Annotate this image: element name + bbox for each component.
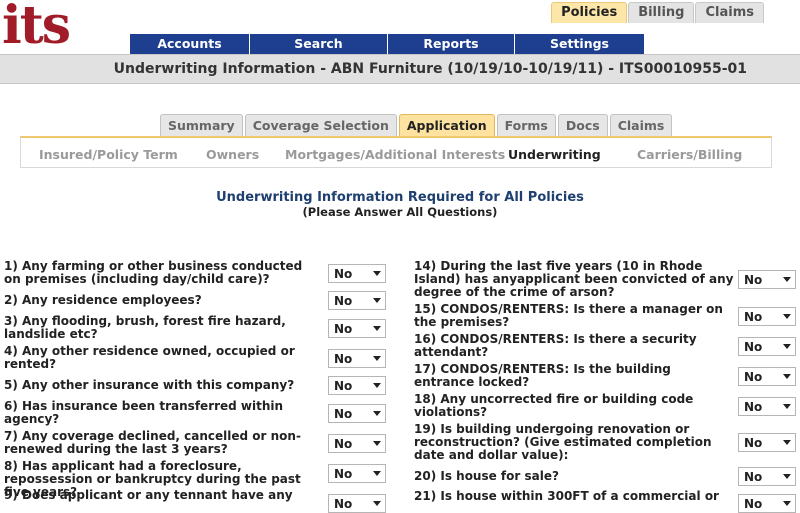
question-18: 18) Any uncorrected fire or building cod… xyxy=(414,392,694,419)
nav-settings[interactable]: Settings xyxy=(515,34,644,54)
chevron-down-icon xyxy=(373,501,381,506)
chevron-down-icon xyxy=(783,314,791,319)
tab-billing[interactable]: Billing xyxy=(628,2,695,23)
answer-15-select[interactable]: No xyxy=(738,307,796,326)
answer-1-select[interactable]: No xyxy=(328,264,386,283)
question-6: 6) Has insurance been transferred within… xyxy=(4,399,284,426)
link-underwriting[interactable]: Underwriting xyxy=(508,147,601,162)
chevron-down-icon xyxy=(783,440,791,445)
its-logo: its xyxy=(2,0,71,56)
nav-accounts[interactable]: Accounts xyxy=(130,34,250,54)
tab-claims[interactable]: Claims xyxy=(695,2,764,23)
answer-value: No xyxy=(334,322,353,336)
answer-value: No xyxy=(334,267,353,281)
nav-search[interactable]: Search xyxy=(250,34,388,54)
nav-reports[interactable]: Reports xyxy=(388,34,515,54)
answer-value: No xyxy=(744,340,763,354)
chevron-down-icon xyxy=(783,404,791,409)
question-17: 17) CONDOS/RENTERS: Is the building entr… xyxy=(414,362,671,389)
answer-5-select[interactable]: No xyxy=(328,376,386,395)
chevron-down-icon xyxy=(783,374,791,379)
chevron-down-icon xyxy=(783,277,791,282)
answer-7-select[interactable]: No xyxy=(328,434,386,453)
answer-2-select[interactable]: No xyxy=(328,291,386,310)
question-9: 9) Does applicant or any tennant have an… xyxy=(4,488,293,502)
answer-3-select[interactable]: No xyxy=(328,319,386,338)
question-7: 7) Any coverage declined, cancelled or n… xyxy=(4,429,301,456)
tab-claims-sub[interactable]: Claims xyxy=(609,114,673,137)
application-tabs: Summary Coverage Selection Application F… xyxy=(160,114,674,137)
question-2: 2) Any residence employees? xyxy=(4,293,202,307)
answer-18-select[interactable]: No xyxy=(738,397,796,416)
question-20: 20) Is house for sale? xyxy=(414,469,559,483)
chevron-down-icon xyxy=(373,441,381,446)
answer-21-select[interactable]: No xyxy=(738,494,796,513)
answer-4-select[interactable]: No xyxy=(328,349,386,368)
answer-9-select[interactable]: No xyxy=(328,494,386,513)
answer-value: No xyxy=(744,436,763,450)
question-19: 19) Is building undergoing renovation or… xyxy=(414,422,712,462)
chevron-down-icon xyxy=(783,344,791,349)
link-carriers-billing[interactable]: Carriers/Billing xyxy=(637,147,742,162)
link-owners[interactable]: Owners xyxy=(206,147,259,162)
page-title: Underwriting Information - ABN Furniture… xyxy=(113,61,747,77)
top-tabs: Policies Billing Claims xyxy=(550,2,764,23)
question-4: 4) Any other residence owned, occupied o… xyxy=(4,344,295,371)
form-heading: Underwriting Information Required for Al… xyxy=(216,190,584,205)
answer-16-select[interactable]: No xyxy=(738,337,796,356)
answer-14-select[interactable]: No xyxy=(738,270,796,289)
chevron-down-icon xyxy=(373,298,381,303)
answer-value: No xyxy=(744,273,763,287)
chevron-down-icon xyxy=(783,501,791,506)
answer-value: No xyxy=(334,294,353,308)
tab-docs[interactable]: Docs xyxy=(557,114,608,137)
answer-19-select[interactable]: No xyxy=(738,433,796,452)
question-16: 16) CONDOS/RENTERS: Is there a security … xyxy=(414,332,697,359)
answer-value: No xyxy=(744,470,763,484)
link-mortgages[interactable]: Mortgages/Additional Interests xyxy=(285,147,505,162)
section-links-panel: Insured/Policy Term Owners Mortgages/Add… xyxy=(20,136,772,168)
answer-value: No xyxy=(744,310,763,324)
tab-policies[interactable]: Policies xyxy=(551,2,628,23)
chevron-down-icon xyxy=(373,383,381,388)
answer-17-select[interactable]: No xyxy=(738,367,796,386)
answer-value: No xyxy=(744,370,763,384)
chevron-down-icon xyxy=(373,271,381,276)
answer-8-select[interactable]: No xyxy=(328,464,386,483)
tab-application[interactable]: Application xyxy=(398,114,495,137)
chevron-down-icon xyxy=(373,326,381,331)
form-subheading: (Please Answer All Questions) xyxy=(302,205,498,219)
answer-value: No xyxy=(744,497,763,511)
question-1: 1) Any farming or other business conduct… xyxy=(4,259,303,286)
tab-summary[interactable]: Summary xyxy=(160,114,243,137)
answer-value: No xyxy=(334,497,353,511)
chevron-down-icon xyxy=(373,411,381,416)
question-5: 5) Any other insurance with this company… xyxy=(4,378,295,392)
chevron-down-icon xyxy=(373,356,381,361)
chevron-down-icon xyxy=(783,474,791,479)
answer-value: No xyxy=(334,437,353,451)
question-21: 21) Is house within 300FT of a commercia… xyxy=(414,489,719,503)
answer-6-select[interactable]: No xyxy=(328,404,386,423)
answer-value: No xyxy=(334,407,353,421)
answer-value: No xyxy=(334,352,353,366)
tab-forms[interactable]: Forms xyxy=(496,114,556,137)
chevron-down-icon xyxy=(373,471,381,476)
link-insured-policy-term[interactable]: Insured/Policy Term xyxy=(39,147,178,162)
answer-value: No xyxy=(334,379,353,393)
question-14: 14) During the last five years (10 in Rh… xyxy=(414,259,734,299)
main-nav: Accounts Search Reports Settings xyxy=(130,34,644,54)
tab-coverage-selection[interactable]: Coverage Selection xyxy=(244,114,397,137)
answer-value: No xyxy=(744,400,763,414)
answer-value: No xyxy=(334,467,353,481)
question-3: 3) Any flooding, brush, forest fire haza… xyxy=(4,314,286,341)
answer-20-select[interactable]: No xyxy=(738,467,796,486)
question-15: 15) CONDOS/RENTERS: Is there a manager o… xyxy=(414,302,723,329)
title-bar: Underwriting Information - ABN Furniture… xyxy=(0,54,800,84)
